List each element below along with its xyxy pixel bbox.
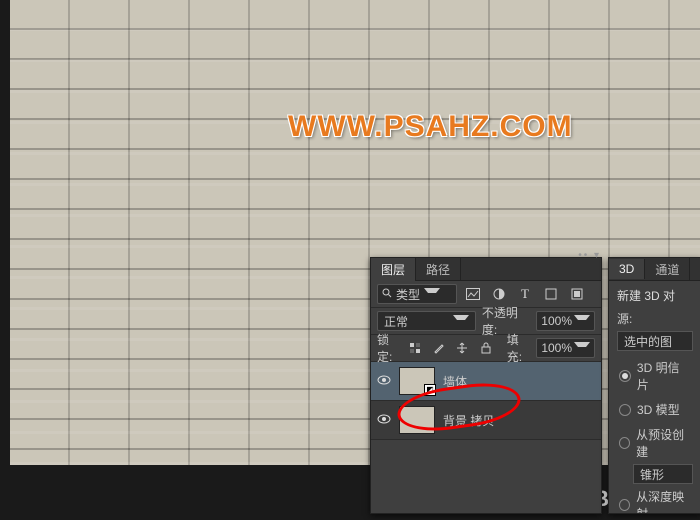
blend-opacity-row: 正常 不透明度: 100% (371, 308, 601, 335)
chevron-down-icon (574, 315, 590, 328)
radio-3d-model[interactable]: 3D 模型 (609, 397, 700, 422)
filter-label: 类型 (396, 286, 420, 303)
watermark-main: WWW.PSAHZ.COM (288, 110, 573, 144)
app-stage: WWW.PSAHZ.COM UiBQ.CoM •• ▾ 图层 路径 类型 T (0, 0, 700, 520)
adjust-filter-icon[interactable] (489, 284, 509, 304)
chevron-down-icon (453, 315, 469, 328)
lock-position-icon[interactable] (454, 338, 472, 358)
radio-3d-postcard[interactable]: 3D 明信片 (609, 355, 700, 397)
fill-input[interactable]: 100% (536, 338, 595, 358)
lock-label: 锁定: (377, 331, 401, 365)
tab-3d[interactable]: 3D (609, 259, 645, 279)
radio-label: 从深度映射 (636, 488, 691, 514)
tab-layers[interactable]: 图层 (371, 258, 416, 281)
shape-filter-icon[interactable] (541, 284, 561, 304)
tab-channels[interactable]: 通道 (645, 258, 690, 281)
layer-name[interactable]: 背景 拷贝 (443, 412, 494, 429)
layer-row[interactable]: 背景 拷贝 (371, 401, 601, 440)
mesh-preset-select[interactable]: 锥形 (633, 464, 693, 484)
opacity-value: 100% (541, 314, 572, 328)
search-icon (382, 287, 392, 301)
layer-thumbnail[interactable] (399, 406, 435, 434)
radio-dot-icon (619, 499, 630, 511)
blend-mode-select[interactable]: 正常 (377, 311, 476, 331)
layer-thumbnail[interactable]: ◩ (399, 367, 435, 395)
layer-list: ◩ 墙体 背景 拷贝 (371, 362, 601, 440)
blend-mode-value: 正常 (384, 313, 408, 330)
fill-value: 100% (541, 341, 572, 355)
source-label: 源: (617, 310, 632, 327)
3d-panel-tabs: 3D 通道 (609, 258, 700, 281)
image-filter-icon[interactable] (463, 284, 483, 304)
smart-filter-icon[interactable] (567, 284, 587, 304)
radio-label: 3D 明信片 (637, 359, 691, 393)
lock-brush-icon[interactable] (430, 338, 448, 358)
tab-paths[interactable]: 路径 (416, 258, 461, 281)
source-value: 选中的图 (624, 333, 672, 350)
layer-filter-select[interactable]: 类型 (377, 284, 457, 304)
radio-label: 3D 模型 (637, 401, 680, 418)
source-select[interactable]: 选中的图 (617, 331, 693, 351)
radio-label: 从预设创建 (636, 426, 691, 460)
lock-all-icon[interactable] (477, 338, 495, 358)
visibility-toggle[interactable] (377, 413, 391, 427)
3d-heading: 新建 3D 对 (609, 281, 700, 310)
lock-pixels-icon[interactable] (407, 338, 425, 358)
layer-row[interactable]: ◩ 墙体 (371, 362, 601, 401)
layer-name[interactable]: 墙体 (443, 373, 467, 390)
radio-dot-icon (619, 404, 631, 416)
text-filter-icon[interactable]: T (515, 284, 535, 304)
opacity-input[interactable]: 100% (536, 311, 595, 331)
radio-dot-icon (619, 437, 630, 449)
visibility-toggle[interactable] (377, 374, 391, 388)
radio-dot-icon (619, 370, 631, 382)
chevron-down-icon (424, 288, 440, 301)
radio-from-preset[interactable]: 从预设创建 (609, 422, 700, 464)
fill-label: 填充: (507, 331, 531, 365)
mesh-preset-value: 锥形 (640, 466, 664, 483)
chevron-down-icon (574, 342, 590, 355)
panel-flyout-icon[interactable]: •• ▾ (573, 250, 601, 264)
3d-panel: 3D 通道 新建 3D 对 源: 选中的图 3D 明信片 3D 模型 从预设创建… (608, 257, 700, 514)
lock-fill-row: 锁定: 填充: 100% (371, 335, 601, 362)
smart-object-badge-icon: ◩ (424, 384, 436, 396)
radio-from-depth[interactable]: 从深度映射 (609, 484, 700, 514)
layers-panel: •• ▾ 图层 路径 类型 T 正常 不透明度: (370, 257, 602, 514)
layers-panel-tabs: 图层 路径 (371, 258, 601, 281)
